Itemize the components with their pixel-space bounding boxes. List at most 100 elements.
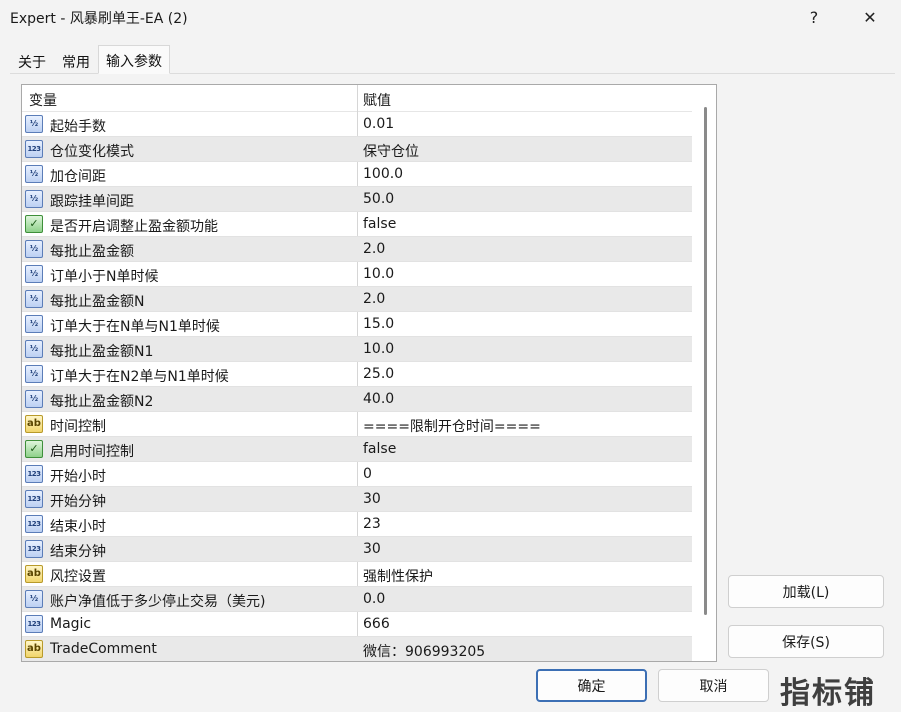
parameter-name: Magic xyxy=(50,616,92,632)
parameter-name: 订单小于N单时候 xyxy=(50,269,159,285)
vertical-scrollbar[interactable] xyxy=(698,85,716,661)
double-type-icon: ½ xyxy=(25,240,43,258)
parameter-name: 开始小时 xyxy=(50,469,106,485)
parameter-value[interactable]: 25.0 xyxy=(363,366,394,382)
scrollbar-thumb[interactable] xyxy=(704,107,707,615)
parameter-name: 仓位变化模式 xyxy=(50,144,134,160)
save-button[interactable]: 保存(S) xyxy=(728,625,884,658)
string-type-icon: ab xyxy=(25,415,43,433)
table-row[interactable]: ½ 加仓间距 100.0 xyxy=(22,162,692,187)
double-type-icon: ½ xyxy=(25,590,43,608)
integer-type-icon: 123 xyxy=(25,515,43,533)
table-row[interactable]: ½ 跟踪挂单间距 50.0 xyxy=(22,187,692,212)
double-type-icon: ½ xyxy=(25,315,43,333)
table-row[interactable]: ab 风控设置 强制性保护 xyxy=(22,562,692,587)
table-row[interactable]: ½ 订单大于在N单与N1单时候 15.0 xyxy=(22,312,692,337)
parameter-value[interactable]: ====限制开仓时间==== xyxy=(363,416,541,436)
parameter-name: 结束分钟 xyxy=(50,544,106,560)
cancel-button[interactable]: 取消 xyxy=(658,669,769,702)
parameter-value[interactable]: 10.0 xyxy=(363,266,394,282)
parameter-value[interactable]: 0.0 xyxy=(363,591,385,607)
table-row[interactable]: 123 结束分钟 30 xyxy=(22,537,692,562)
help-icon[interactable]: ? xyxy=(791,2,837,32)
table-row[interactable]: 123 Magic 666 xyxy=(22,612,692,637)
parameter-name: 是否开启调整止盈金额功能 xyxy=(50,219,218,235)
parameter-value[interactable]: 15.0 xyxy=(363,316,394,332)
parameter-value[interactable]: 10.0 xyxy=(363,341,394,357)
table-row[interactable]: 123 开始分钟 30 xyxy=(22,487,692,512)
parameter-name: TradeComment xyxy=(50,641,157,657)
parameter-value[interactable]: false xyxy=(363,441,396,457)
boolean-type-icon: ✓ xyxy=(25,215,43,233)
table-row[interactable]: ½ 订单大于在N2单与N1单时候 25.0 xyxy=(22,362,692,387)
double-type-icon: ½ xyxy=(25,290,43,308)
parameter-name: 每批止盈金额N2 xyxy=(50,394,154,410)
table-row[interactable]: 123 仓位变化模式 保守仓位 xyxy=(22,137,692,162)
parameter-name: 启用时间控制 xyxy=(50,444,134,460)
tab-common[interactable]: 常用 xyxy=(54,47,98,74)
tab-inputs[interactable]: 输入参数 xyxy=(98,45,170,74)
table-row[interactable]: ½ 每批止盈金额N 2.0 xyxy=(22,287,692,312)
parameter-name: 订单大于在N单与N1单时候 xyxy=(50,319,220,335)
table-row[interactable]: ½ 每批止盈金额N2 40.0 xyxy=(22,387,692,412)
parameter-name: 订单大于在N2单与N1单时候 xyxy=(50,369,229,385)
double-type-icon: ½ xyxy=(25,190,43,208)
ok-button[interactable]: 确定 xyxy=(536,669,647,702)
table-row[interactable]: ½ 账户净值低于多少停止交易（美元) 0.0 xyxy=(22,587,692,612)
tab-about[interactable]: 关于 xyxy=(10,47,54,74)
parameter-value[interactable]: 50.0 xyxy=(363,191,394,207)
integer-type-icon: 123 xyxy=(25,615,43,633)
parameter-value[interactable]: 40.0 xyxy=(363,391,394,407)
integer-type-icon: 123 xyxy=(25,490,43,508)
integer-type-icon: 123 xyxy=(25,140,43,158)
window-title: Expert - 风暴刷单王-EA (2) xyxy=(10,11,188,27)
table-row[interactable]: 123 结束小时 23 xyxy=(22,512,692,537)
table-row[interactable]: ab TradeComment 微信：906993205 xyxy=(22,637,692,661)
double-type-icon: ½ xyxy=(25,265,43,283)
double-type-icon: ½ xyxy=(25,365,43,383)
parameter-name: 每批止盈金额 xyxy=(50,244,134,260)
table-row[interactable]: ½ 每批止盈金额N1 10.0 xyxy=(22,337,692,362)
double-type-icon: ½ xyxy=(25,165,43,183)
parameter-value[interactable]: 微信：906993205 xyxy=(363,641,485,661)
parameter-value[interactable]: 23 xyxy=(363,516,381,532)
parameter-name: 开始分钟 xyxy=(50,494,106,510)
parameter-value[interactable]: 保守仓位 xyxy=(363,141,419,161)
parameter-name: 加仓间距 xyxy=(50,169,106,185)
parameter-name: 结束小时 xyxy=(50,519,106,535)
parameter-value[interactable]: 强制性保护 xyxy=(363,566,433,586)
column-header-value[interactable]: 赋值 xyxy=(363,90,391,110)
double-type-icon: ½ xyxy=(25,390,43,408)
parameter-name: 每批止盈金额N1 xyxy=(50,344,154,360)
parameter-name: 风控设置 xyxy=(50,569,106,585)
table-row[interactable]: ½ 每批止盈金额 2.0 xyxy=(22,237,692,262)
parameter-value[interactable]: 30 xyxy=(363,541,381,557)
parameter-value[interactable]: 2.0 xyxy=(363,241,385,257)
integer-type-icon: 123 xyxy=(25,465,43,483)
table-row[interactable]: ½ 起始手数 0.01 xyxy=(22,112,692,137)
table-row[interactable]: 123 开始小时 0 xyxy=(22,462,692,487)
parameters-grid: 变量 赋值 ½ 起始手数 0.01 123 仓位变化模式 保守仓位 ½ 加仓间距 100.0 ½ 跟… xyxy=(21,84,717,662)
load-button[interactable]: 加载(L) xyxy=(728,575,884,608)
parameter-name: 时间控制 xyxy=(50,419,106,435)
parameter-name: 起始手数 xyxy=(50,119,106,135)
table-row[interactable]: ✓ 启用时间控制 false xyxy=(22,437,692,462)
table-row[interactable]: ab 时间控制 ====限制开仓时间==== xyxy=(22,412,692,437)
double-type-icon: ½ xyxy=(25,115,43,133)
table-row[interactable]: ✓ 是否开启调整止盈金额功能 false xyxy=(22,212,692,237)
parameter-name: 账户净值低于多少停止交易（美元) xyxy=(50,594,266,610)
parameter-value[interactable]: 100.0 xyxy=(363,166,403,182)
title-bar: Expert - 风暴刷单王-EA (2) ? ✕ xyxy=(0,0,901,36)
parameter-value[interactable]: false xyxy=(363,216,396,232)
parameter-value[interactable]: 2.0 xyxy=(363,291,385,307)
grid-rows: ½ 起始手数 0.01 123 仓位变化模式 保守仓位 ½ 加仓间距 100.0 ½ 跟踪挂单间距 5… xyxy=(22,112,692,661)
tab-strip: 关于 常用 输入参数 xyxy=(10,45,170,74)
parameter-value[interactable]: 0 xyxy=(363,466,372,482)
close-icon[interactable]: ✕ xyxy=(847,2,893,32)
string-type-icon: ab xyxy=(25,640,43,658)
table-row[interactable]: ½ 订单小于N单时候 10.0 xyxy=(22,262,692,287)
column-header-variable[interactable]: 变量 xyxy=(29,90,57,110)
parameter-value[interactable]: 0.01 xyxy=(363,116,394,132)
parameter-value[interactable]: 30 xyxy=(363,491,381,507)
parameter-value[interactable]: 666 xyxy=(363,616,390,632)
